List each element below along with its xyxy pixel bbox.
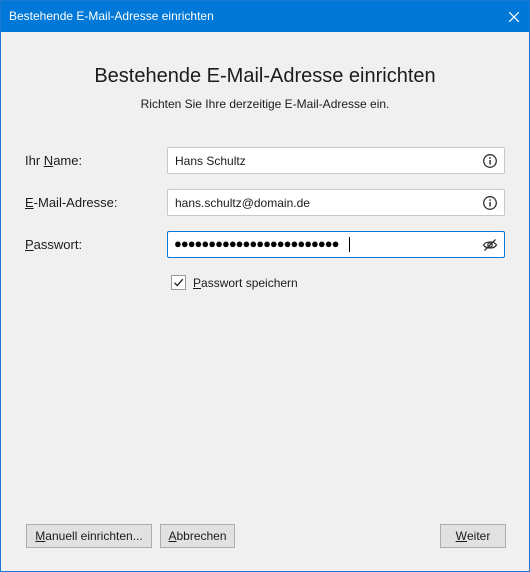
- eye-slash-icon[interactable]: [482, 237, 498, 253]
- manual-setup-button[interactable]: Manuell einrichten...: [26, 524, 152, 548]
- remember-password-label[interactable]: Passwort speichern: [193, 276, 298, 290]
- close-button[interactable]: [499, 1, 529, 32]
- page-subheading: Richten Sie Ihre derzeitige E-Mail-Adres…: [140, 97, 390, 111]
- info-icon[interactable]: [482, 153, 498, 169]
- password-label: Passwort:: [25, 237, 83, 252]
- name-value: Hans Schultz: [175, 154, 246, 168]
- window-title: Bestehende E-Mail-Adresse einrichten: [9, 9, 214, 23]
- password-value: ●●●●●●●●●●●●●●●●●●●●●●●●: [174, 236, 339, 251]
- info-icon[interactable]: [482, 195, 498, 211]
- email-label: E-Mail-Adresse:: [25, 195, 118, 210]
- email-field[interactable]: hans.schultz@domain.de: [167, 189, 505, 216]
- title-bar[interactable]: Bestehende E-Mail-Adresse einrichten: [1, 1, 529, 32]
- name-label: Ihr Name:: [25, 153, 83, 168]
- next-button[interactable]: Weiter: [440, 524, 506, 548]
- dialog-window: Bestehende E-Mail-Adresse einrichten Bes…: [0, 0, 530, 572]
- name-field[interactable]: Hans Schultz: [167, 147, 505, 174]
- email-value: hans.schultz@domain.de: [175, 196, 310, 210]
- close-icon: [509, 11, 519, 22]
- password-field[interactable]: ●●●●●●●●●●●●●●●●●●●●●●●●: [167, 231, 505, 258]
- remember-password-checkbox[interactable]: [171, 275, 186, 290]
- text-caret: [349, 237, 350, 252]
- checkmark-icon: [174, 278, 184, 287]
- cancel-button[interactable]: Abbrechen: [160, 524, 235, 548]
- page-heading: Bestehende E-Mail-Adresse einrichten: [94, 65, 436, 87]
